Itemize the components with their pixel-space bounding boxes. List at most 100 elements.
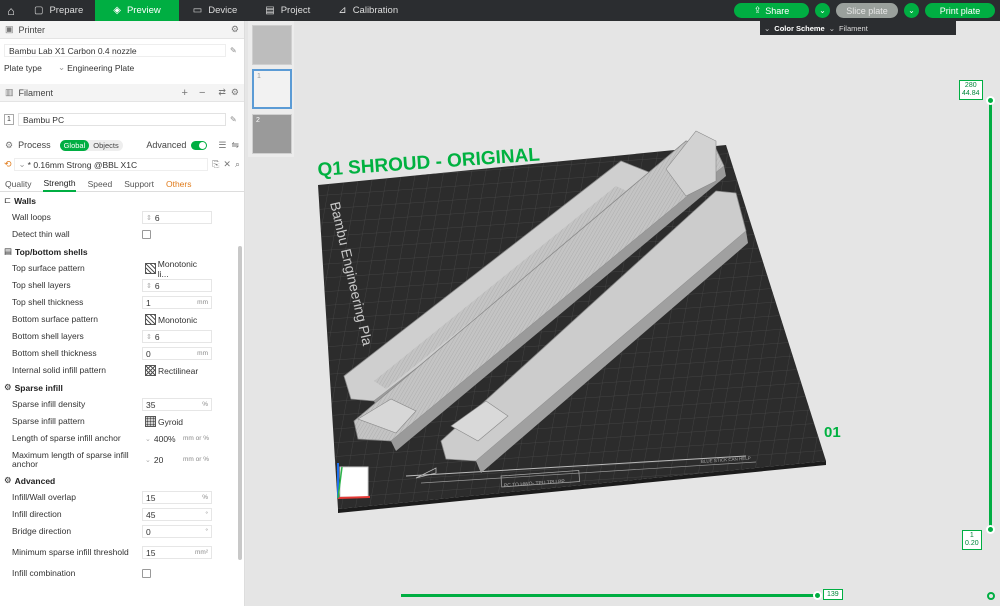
density-row: Sparse infill density 35% — [0, 396, 244, 413]
search-icon[interactable]: ⌕ — [235, 159, 240, 170]
print-plate-button[interactable]: Print plate — [925, 3, 995, 18]
infill-icon: ⚙ — [4, 382, 12, 392]
gear-icon[interactable]: ⚙ — [231, 24, 239, 35]
chevron-down-icon: ⌄ — [819, 6, 826, 15]
tab-prepare[interactable]: ▢ Prepare — [22, 0, 95, 21]
sparse-pattern-select[interactable]: Gyroid — [142, 415, 212, 428]
bridge-direction-input[interactable]: 0 ° — [142, 525, 212, 538]
tab-project[interactable]: ▤ Project — [251, 0, 324, 21]
top-thickness-row: Top shell thickness 1 mm — [0, 294, 244, 311]
sync-icon[interactable]: ⇄ — [218, 87, 226, 98]
build-plate-scene[interactable]: Q1 SHROUD - ORIGINAL Bambu Engineering P… — [246, 21, 1000, 606]
top-pattern-select[interactable]: Monotonic li... — [142, 259, 212, 279]
process-icon: ⚙ — [5, 139, 14, 150]
infill-combination-checkbox[interactable] — [142, 569, 151, 578]
3d-viewport[interactable]: Q1 SHROUD - ORIGINAL Bambu Engineering P… — [246, 21, 1000, 606]
wall-loops-row: Wall loops ⇕ 6 — [0, 209, 244, 226]
edit-icon[interactable]: ✎ — [230, 115, 240, 124]
top-layers-input[interactable]: ⇕ 6 — [142, 279, 212, 292]
home-icon[interactable]: ⌂ — [0, 0, 22, 21]
color-scheme-select[interactable]: Filament — [839, 24, 868, 33]
process-preset-select[interactable]: ⌄ * 0.16mm Strong @BBL X1C — [13, 158, 209, 171]
top-thickness-input[interactable]: 1 mm — [142, 296, 212, 309]
bridge-direction-row: Bridge direction 0 ° — [0, 523, 244, 540]
pattern-icon — [145, 314, 156, 325]
max-anchor-select[interactable]: ⌄ 20 mm or % — [142, 453, 212, 466]
list-icon[interactable]: ☰ — [218, 140, 226, 151]
move-slider-handle[interactable] — [813, 591, 822, 600]
remove-icon[interactable]: − — [199, 87, 205, 99]
share-icon: ⇪ — [753, 5, 762, 15]
tab-others[interactable]: Others — [166, 179, 192, 189]
plate-thumbnail-selected[interactable]: 1 — [252, 69, 292, 109]
gear-icon[interactable]: ⚙ — [231, 87, 239, 98]
ruler-icon: ⊿ — [338, 5, 347, 16]
internal-pattern-row: Internal solid infill pattern Rectilinear — [0, 362, 244, 379]
min-threshold-input[interactable]: 15 mm² — [142, 546, 212, 559]
tab-strength[interactable]: Strength — [43, 176, 76, 192]
tab-quality[interactable]: Quality — [5, 179, 31, 189]
settings-dot-icon[interactable] — [987, 592, 995, 600]
tab-calibration[interactable]: ⊿ Calibration — [324, 0, 412, 21]
plate-type-select[interactable]: ⌄ Engineering Plate — [54, 61, 240, 74]
internal-pattern-select[interactable]: Rectilinear — [142, 364, 212, 377]
layer-top-label: 280 44.84 — [959, 80, 983, 100]
edit-icon[interactable]: ✎ — [230, 46, 240, 55]
infill-direction-input[interactable]: 45 ° — [142, 508, 212, 521]
advanced-toggle[interactable] — [191, 140, 208, 150]
process-section-header: ⚙ Process Global Objects Advanced ☰ ⇋ — [0, 136, 244, 154]
wall-loops-input[interactable]: ⇕ 6 — [142, 211, 212, 224]
detect-thin-wall-checkbox[interactable] — [142, 230, 151, 239]
density-input[interactable]: 35% — [142, 398, 212, 411]
overlap-input[interactable]: 15% — [142, 491, 212, 504]
scope-global[interactable]: Global — [59, 139, 90, 151]
tab-speed[interactable]: Speed — [88, 179, 113, 189]
spinner-icon[interactable]: ⇕ — [146, 333, 152, 341]
slice-plate-button[interactable]: Slice plate — [836, 3, 898, 18]
advanced-group: ⚙ Advanced — [4, 475, 56, 486]
bottom-thickness-input[interactable]: 0 mm — [142, 347, 212, 360]
share-button[interactable]: ⇪ Share — [734, 3, 809, 18]
pattern-icon — [145, 263, 156, 274]
bottom-layers-row: Bottom shell layers ⇕ 6 — [0, 328, 244, 345]
bottom-thickness-row: Bottom shell thickness 0 mm — [0, 345, 244, 362]
filament-select[interactable]: Bambu PC — [18, 113, 226, 126]
add-icon[interactable]: + — [182, 87, 188, 99]
panel-scrollbar[interactable] — [238, 246, 242, 560]
plate-thumbnail[interactable]: 2 — [252, 114, 292, 154]
plate-thumbnail[interactable] — [252, 25, 292, 65]
tab-support[interactable]: Support — [124, 179, 154, 189]
chevron-down-icon: ⌄ — [145, 435, 151, 443]
tab-preview[interactable]: ◈ Preview — [95, 0, 179, 21]
layer-slider-bottom-handle[interactable] — [986, 525, 995, 534]
compare-icon[interactable]: ⇋ — [231, 140, 239, 151]
plate-number-text: 01 — [824, 424, 841, 441]
anchor-select[interactable]: ⌄ 400% mm or % — [142, 432, 212, 445]
move-slider[interactable] — [401, 594, 821, 597]
walls-icon: ⊏ — [4, 195, 12, 205]
bottom-pattern-select[interactable]: Monotonic — [142, 313, 212, 326]
sparse-pattern-row: Sparse infill pattern Gyroid — [0, 413, 244, 430]
top-layers-row: Top shell layers ⇕ 6 — [0, 277, 244, 294]
layer-slider[interactable] — [989, 101, 992, 531]
spinner-icon[interactable]: ⇕ — [146, 214, 152, 222]
infill-combination-row: Infill combination — [0, 565, 244, 582]
color-scheme-bar[interactable]: ⌄ Color Scheme ⌄ Filament — [760, 21, 956, 35]
close-icon[interactable]: ✕ — [223, 159, 231, 170]
print-dropdown-button[interactable]: ⌄ — [904, 3, 919, 18]
printer-row: Bambu Lab X1 Carbon 0.4 nozzle ✎ — [0, 42, 244, 59]
printer-icon: ▣ — [5, 24, 14, 34]
chevron-down-icon: ⌄ — [58, 62, 66, 72]
save-icon[interactable]: ⎘ — [212, 159, 219, 170]
bottom-layers-input[interactable]: ⇕ 6 — [142, 330, 212, 343]
scope-toggle[interactable]: Global Objects — [59, 139, 123, 151]
slice-dropdown-button[interactable]: ⌄ — [815, 3, 830, 18]
reset-icon[interactable]: ⟲ — [4, 159, 12, 170]
spinner-icon[interactable]: ⇕ — [146, 282, 152, 290]
printer-select[interactable]: Bambu Lab X1 Carbon 0.4 nozzle — [4, 44, 226, 57]
layer-slider-top-handle[interactable] — [986, 96, 995, 105]
scope-objects[interactable]: Objects — [89, 140, 122, 151]
document-icon: ▤ — [265, 5, 275, 16]
chevron-down-icon: ⌄ — [145, 456, 151, 464]
tab-device[interactable]: ▭ Device — [179, 0, 252, 21]
